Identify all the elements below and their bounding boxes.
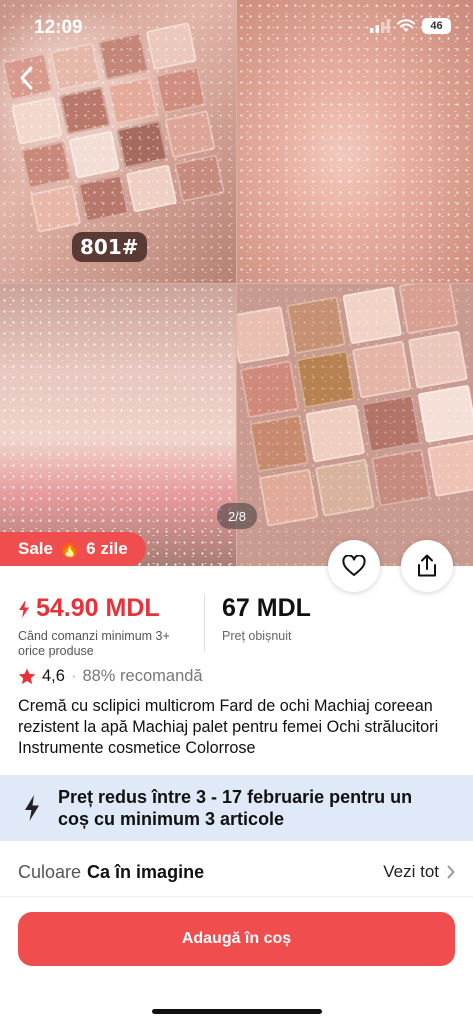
- wifi-icon: [397, 19, 415, 32]
- rating-row[interactable]: 4,6 · 88% recomandă: [18, 667, 203, 686]
- see-all-link[interactable]: Vezi tot: [383, 862, 455, 882]
- gallery-image-palette-detail[interactable]: [237, 284, 473, 566]
- add-to-cart-button[interactable]: Adaugă în coș: [18, 912, 455, 966]
- shade-code-label: 801#: [72, 232, 147, 262]
- promo-banner[interactable]: Preț redus între 3 - 17 februarie pentru…: [0, 775, 473, 841]
- sale-price-block: 54.90 MDL Când comanzi minimum 3+ orice …: [18, 594, 198, 659]
- favorite-button[interactable]: [328, 540, 380, 592]
- recommend-percentage: 88% recomandă: [82, 667, 203, 685]
- image-counter: 2/8: [217, 503, 257, 529]
- home-indicator: [152, 1009, 322, 1014]
- sale-price-condition: Când comanzi minimum 3+ orice produse: [18, 629, 170, 658]
- lightning-icon: [19, 599, 29, 618]
- color-variant-row[interactable]: Culoare Ca în imagine Vezi tot: [18, 858, 455, 886]
- rating-score: 4,6: [42, 667, 65, 685]
- regular-price: 67 MDL: [222, 594, 311, 622]
- sale-price: 54.90 MDL: [18, 594, 198, 623]
- star-icon: [18, 668, 36, 685]
- status-bar: 12:09 46: [0, 0, 473, 52]
- section-divider: [0, 896, 473, 897]
- gallery-image-glitter-swatch[interactable]: [0, 284, 236, 566]
- share-button[interactable]: [401, 540, 453, 592]
- fire-icon: 🔥: [58, 539, 81, 558]
- promo-text: Preț redus între 3 - 17 februarie pentru…: [58, 787, 413, 829]
- sale-price-value: 54.90 MDL: [36, 594, 160, 622]
- color-value: Ca în imagine: [87, 861, 205, 882]
- status-time: 12:09: [34, 17, 83, 38]
- color-label: Culoare: [18, 861, 82, 882]
- lightning-icon: [25, 795, 39, 821]
- sale-badge-duration: 6 zile: [86, 539, 128, 558]
- regular-price-label: Preț obișnuit: [222, 629, 292, 643]
- back-button[interactable]: [8, 60, 44, 96]
- price-divider: [204, 594, 205, 652]
- battery-icon: 46: [422, 18, 451, 34]
- share-icon: [418, 554, 436, 577]
- sale-badge: Sale 🔥 6 zile: [0, 532, 146, 566]
- chevron-left-icon: [20, 66, 33, 90]
- rating-separator: ·: [70, 667, 77, 685]
- color-variant-info: Culoare Ca în imagine: [18, 862, 204, 883]
- heart-icon: [342, 555, 366, 576]
- see-all-label: Vezi tot: [383, 862, 439, 881]
- status-icons: 46: [370, 18, 451, 34]
- regular-price-block: 67 MDL Preț obișnuit: [222, 594, 311, 643]
- signal-icon: [370, 19, 390, 33]
- product-image-gallery[interactable]: 801# 12:09 46 2/8 Sale 🔥 6 zile: [0, 0, 473, 566]
- product-title: Cremă cu sclipici multicrom Fard de ochi…: [18, 697, 439, 757]
- chevron-right-icon: [447, 865, 455, 879]
- sale-badge-label: Sale: [18, 539, 53, 558]
